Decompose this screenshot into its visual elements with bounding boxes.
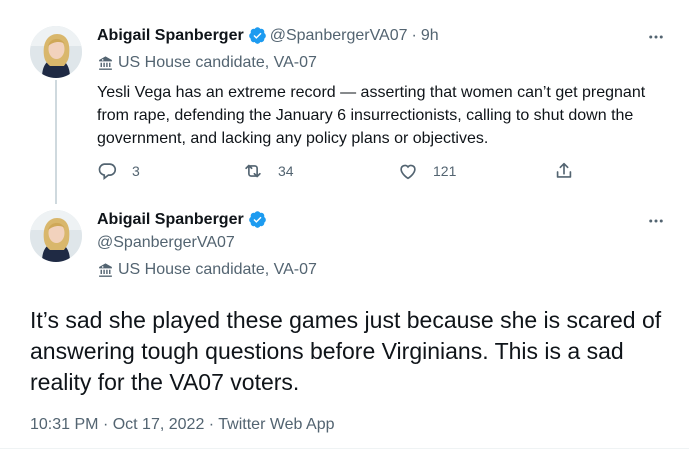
avatar-photo <box>30 210 82 262</box>
parent-tweet-text: Yesli Vega has an extreme record — asser… <box>97 84 646 147</box>
like-button[interactable]: 121 <box>397 160 456 182</box>
affiliation-text: US House candidate, VA-07 <box>118 54 317 71</box>
heart-icon <box>400 164 416 180</box>
verified-badge-icon <box>248 210 267 229</box>
like-count: 121 <box>433 163 457 179</box>
avatar[interactable] <box>30 26 82 78</box>
verified-badge-icon <box>248 26 267 45</box>
affiliation-label: US House candidate, VA-07 <box>97 261 317 279</box>
author-name[interactable]: Abigail Spanberger <box>97 27 244 45</box>
share-icon <box>556 162 572 178</box>
tweet-date[interactable]: Oct 17, 2022 <box>113 416 205 433</box>
more-horizontal-icon <box>649 35 663 39</box>
more-horizontal-icon <box>649 219 663 223</box>
tweet-metadata: 10:31 PM · Oct 17, 2022 · Twitter Web Ap… <box>30 416 334 434</box>
thread-connector-line <box>55 80 57 204</box>
government-building-icon <box>97 262 114 279</box>
tweet-time[interactable]: 9h <box>421 27 439 45</box>
tweet-source: Twitter Web App <box>218 416 335 433</box>
avatar[interactable] <box>30 210 82 262</box>
meta-separator: · <box>102 416 109 433</box>
more-options-button[interactable] <box>645 211 667 231</box>
meta-separator: · <box>208 416 215 433</box>
author-handle[interactable]: @SpanbergerVA07 <box>97 234 235 252</box>
affiliation-text: US House candidate, VA-07 <box>118 261 317 278</box>
main-tweet-header: Abigail Spanberger <box>97 210 270 229</box>
author-handle[interactable]: @SpanbergerVA07 <box>270 27 408 45</box>
retweet-icon <box>245 164 261 178</box>
retweet-button[interactable]: 34 <box>242 160 294 182</box>
share-button[interactable] <box>553 160 589 182</box>
retweet-count: 34 <box>278 163 294 179</box>
more-options-button[interactable] <box>645 27 667 47</box>
main-tweet-text: It’s sad she played these games just bec… <box>30 307 662 395</box>
parent-tweet-header: Abigail Spanberger @SpanbergerVA07 · 9h <box>97 26 439 45</box>
avatar-photo <box>30 26 82 78</box>
affiliation-label: US House candidate, VA-07 <box>97 54 317 72</box>
tweet-actions-bar: 3 34 121 <box>96 160 576 184</box>
tweet-thread: Abigail Spanberger @SpanbergerVA07 · 9h … <box>0 0 689 453</box>
header-separator: · <box>411 26 417 44</box>
reply-icon <box>98 163 116 181</box>
main-tweet-handle-row: @SpanbergerVA07 <box>97 234 235 252</box>
tweet-timestamp[interactable]: 10:31 PM <box>30 416 98 433</box>
author-name[interactable]: Abigail Spanberger <box>97 211 244 229</box>
government-building-icon <box>97 55 114 72</box>
reply-button[interactable]: 3 <box>96 160 140 182</box>
divider <box>0 448 689 449</box>
reply-count: 3 <box>132 163 140 179</box>
